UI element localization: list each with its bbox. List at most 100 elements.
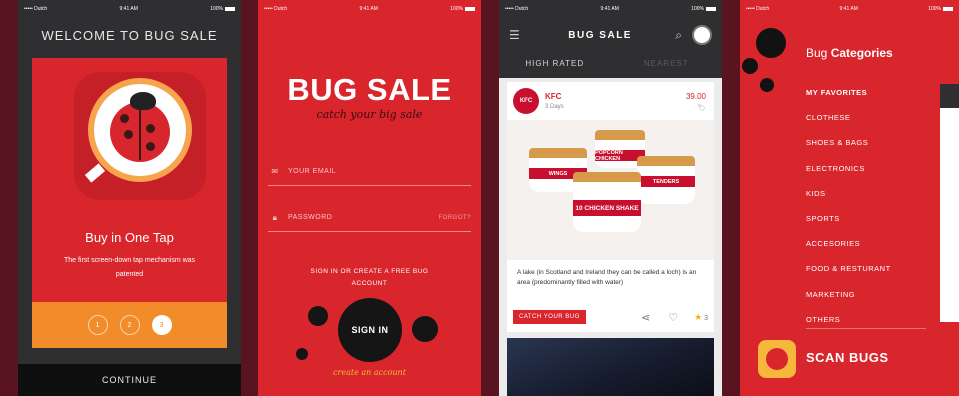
page-title: WELCOME TO BUG SALE [41,28,218,43]
time-label: 9:41 AM [839,6,858,12]
decorative-dot [742,58,758,74]
rating[interactable]: ★ 3 [694,312,708,323]
magnifier-icon [88,78,192,182]
scan-bugs-button[interactable]: SCAN BUGS [806,350,889,365]
battery-icon [705,6,716,11]
onboarding-screen: ••••• Dutch 9:41 AM 100% WELCOME TO BUG … [18,0,241,396]
password-placeholder: PASSWORD [288,214,333,221]
food-bucket: TENDERS [637,156,695,204]
sign-in-button[interactable]: SIGN IN [338,298,402,362]
status-bar: ••••• Dutch 9:41 AM 100% [258,0,481,18]
battery-indicator: 100% [210,6,235,12]
category-list: MY FAVORITES CLOTHESE SHOES & BAGS ELECT… [806,80,891,332]
category-shoes-bags[interactable]: SHOES & BAGS [806,130,891,155]
ladybug-wing-line [139,106,141,160]
nav-row: ☰ BUG SALE ⌕ [499,20,722,50]
time-label: 9:41 AM [359,6,378,12]
search-icon[interactable]: ⌕ [675,28,682,43]
menu-divider [806,328,926,329]
profile-avatar[interactable] [692,25,712,45]
email-icon: ✉ [271,167,279,176]
page-dot-2[interactable]: 2 [119,315,140,335]
magnifier-lens [94,84,186,176]
deal-card[interactable]: KFC KFC 3 Days 39.00 🏷︎ POPCORN CHICKEN … [507,82,714,332]
category-accesories[interactable]: ACCESORIES [806,231,891,256]
content-peek-header [940,84,959,108]
email-placeholder: YOUR EMAIL [288,168,337,175]
category-marketing[interactable]: MARKETING [806,282,891,307]
forgot-password-link[interactable]: FORGOT? [438,215,471,221]
category-kids[interactable]: KIDS [806,181,891,206]
ladybug-head [130,92,156,110]
category-my-favorites[interactable]: MY FAVORITES [806,80,891,105]
battery-indicator: 100% [928,6,953,12]
status-bar: ••••• Dutch 9:41 AM 100% [740,0,959,18]
tab-high-rated[interactable]: HIGH RATED [499,54,611,76]
carrier-label: ••••• Dutch [505,6,529,12]
status-bar: ••••• Dutch 9:41 AM 100% [18,0,241,18]
decorative-dot [756,28,786,58]
brand-name[interactable]: KFC [545,92,561,101]
battery-icon [464,6,475,11]
food-bucket: 10 CHICKEN SHAKE [573,172,641,232]
decorative-dot [296,348,308,360]
page-dot-1[interactable]: 1 [87,315,108,335]
deal-caption: A lake (in Scotland and Ireland they can… [517,269,697,286]
categories-title-bold: Categories [830,46,893,60]
bug-sale-app-icon [74,72,206,200]
carrier-label: ••••• Dutch [24,6,48,12]
star-icon: ★ [694,311,703,322]
carrier-label: ••••• Dutch [264,6,288,12]
brand-tagline: catch your big sale [316,108,423,121]
brand-avatar: KFC [513,88,539,114]
post-age: 3 Days [545,104,564,110]
categories-title-prefix: Bug [806,46,828,60]
battery-indicator: 100% [691,6,716,12]
categories-title: Bug Categories [806,46,893,60]
email-field[interactable]: ✉ YOUR EMAIL [268,158,471,186]
scan-bugs-icon[interactable] [758,340,796,378]
ladybug-icon [110,102,170,162]
tag-icon: 🏷︎ [697,105,706,112]
battery-icon [942,6,953,11]
signin-prompt: SIGN IN OR CREATE A FREE BUG ACCOUNT [310,268,429,287]
category-sports[interactable]: SPORTS [806,206,891,231]
feed-tabs: HIGH RATED NEAREST [499,54,722,76]
decorative-dot [308,306,328,326]
continue-button[interactable]: CONTINUE [18,364,241,396]
next-deal-photo[interactable] [507,338,714,396]
lock-icon: 🔒︎ [272,212,278,222]
onboarding-heading: Buy in One Tap [85,230,174,245]
page-dot-3[interactable]: 3 [151,315,172,335]
status-bar: ••••• Dutch 9:41 AM 100% [499,0,722,18]
card-actions: CATCH YOUR BUG ⋖ ♡ ★ 3 [513,308,708,326]
menu-icon[interactable]: ☰ [509,28,525,42]
brand-logo: BUG SALE [287,72,452,107]
login-screen: ••••• Dutch 9:41 AM 100% BUG SALE catch … [258,0,481,396]
categories-screen: ••••• Dutch 9:41 AM 100% Bug Categories … [740,0,959,396]
feed-screen: ••••• Dutch 9:41 AM 100% ☰ BUG SALE ⌕ HI… [499,0,722,396]
bucket-label: 10 CHICKEN SHAKE [573,200,641,216]
create-account-link[interactable]: create an account [258,368,481,377]
deal-price: 39.00 [685,92,706,101]
tab-nearest[interactable]: NEAREST [611,54,723,76]
password-field[interactable]: 🔒︎ PASSWORD FORGOT? [268,204,471,232]
feed-title: BUG SALE [568,29,632,41]
heart-icon[interactable]: ♡ [668,311,678,324]
battery-label: 100% [450,6,463,12]
catch-bug-button[interactable]: CATCH YOUR BUG [513,310,586,324]
deal-photo: POPCORN CHICKEN WINGS TENDERS 10 CHICKEN… [507,120,714,260]
onboarding-description: The first screen-down tap mechanism was … [63,257,196,278]
bucket-label: TENDERS [637,176,695,187]
battery-icon [224,6,235,11]
share-icon[interactable]: ⋖ [641,311,650,324]
category-electronics[interactable]: ELECTRONICS [806,156,891,181]
category-clothese[interactable]: CLOTHESE [806,105,891,130]
pagination: 1 2 3 [32,302,227,348]
rating-count: 3 [704,314,708,322]
time-label: 9:41 AM [119,6,138,12]
category-food-resturant[interactable]: FOOD & RESTURANT [806,256,891,281]
content-peek-panel[interactable] [940,84,959,322]
scan-bug-shape [766,348,788,370]
decorative-dot [760,78,774,92]
